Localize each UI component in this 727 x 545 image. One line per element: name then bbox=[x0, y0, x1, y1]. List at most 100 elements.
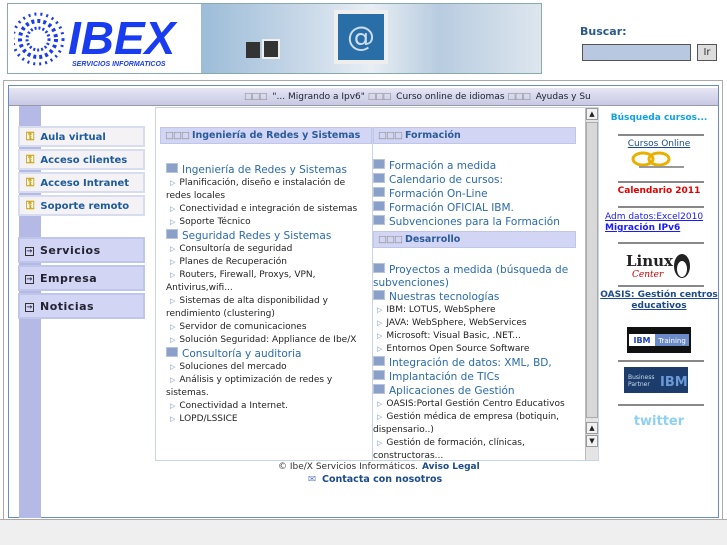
column-ingenieria: □□□ Ingeniería de Redes y Sistemas Ingeni… bbox=[160, 127, 372, 426]
svg-text:IBM: IBM bbox=[633, 336, 650, 345]
search-label: Buscar: bbox=[580, 25, 627, 38]
list-item[interactable]: ▷ Routers, Firewall, Proxys, VPN, Antivir… bbox=[166, 269, 372, 295]
list-item[interactable]: ▷ Conectividad a Internet. bbox=[166, 400, 372, 413]
oasis-link[interactable]: OASIS: Gestión centros educativos bbox=[600, 290, 718, 312]
service-heading[interactable]: Formación On-Line bbox=[373, 187, 576, 201]
service-heading[interactable]: Formación OFICIAL IBM. bbox=[373, 201, 576, 215]
list-item[interactable]: ▷ Servidor de comunicaciones bbox=[166, 321, 372, 334]
list-item[interactable]: ▷ Sistemas de alta disponibilidad y rendi… bbox=[166, 295, 372, 321]
list-item[interactable]: ▷ Solución Seguridad: Appliance de Ibe/X bbox=[166, 334, 372, 347]
key-icon: ⚿ bbox=[26, 199, 35, 212]
service-heading[interactable]: Nuestras tecnologías bbox=[373, 290, 576, 304]
scroll-up-arrow[interactable]: ▲ bbox=[586, 108, 598, 120]
courses-online-link[interactable]: Cursos Online bbox=[600, 139, 718, 149]
svg-text:Training: Training bbox=[657, 337, 686, 345]
list-item[interactable]: ▷ Planes de Recuperación bbox=[166, 256, 372, 269]
news-ticker: □□□ "... Migrando a Ipv6" □□□ Curso onli… bbox=[244, 92, 591, 102]
services-panel[interactable]: □□□ Ingeniería de Redes y Sistemas Ingeni… bbox=[155, 107, 599, 461]
arrow-box-icon: → bbox=[25, 303, 34, 312]
list-item[interactable]: ▷ OASIS:Portal Gestión Centro Educativos bbox=[373, 398, 576, 411]
list-item[interactable]: ▷ Soporte Técnico bbox=[166, 216, 372, 229]
search-courses-link[interactable]: Búsqueda cursos... bbox=[600, 113, 718, 123]
list-item[interactable]: ▷ Gestión médica de empresa (botiquin, di… bbox=[373, 411, 576, 437]
key-icon: ⚿ bbox=[26, 176, 35, 189]
ibm-business-partner-logo[interactable]: Business Partner IBM bbox=[600, 367, 718, 396]
list-item[interactable]: ▷ Planificación, diseño e instalación de … bbox=[166, 177, 372, 203]
search-input[interactable] bbox=[582, 44, 691, 61]
academy-logo[interactable] bbox=[600, 151, 718, 174]
key-icon: ⚿ bbox=[26, 153, 35, 166]
service-heading[interactable]: Subvenciones para la Formación bbox=[373, 215, 576, 229]
nav-noticias[interactable]: → Noticias bbox=[18, 293, 145, 319]
footer-copyright: © Ibe/X Servicios Informáticos. Aviso Leg… bbox=[278, 462, 480, 472]
scroll-down-arrow[interactable]: ▼ bbox=[586, 435, 598, 447]
svg-text:Business: Business bbox=[628, 374, 654, 381]
list-item[interactable]: ▷ JAVA: WebSphere, WebServices bbox=[373, 317, 576, 330]
list-item[interactable]: ▷ Soluciones del mercado bbox=[166, 361, 372, 374]
button-label: Acceso clientes bbox=[40, 155, 128, 166]
service-heading[interactable]: Consultoría y auditoria bbox=[166, 347, 372, 361]
nav-servicios[interactable]: → Servicios bbox=[18, 237, 145, 263]
svg-text:@: @ bbox=[347, 20, 375, 53]
contact-link[interactable]: ✉ Contacta con nosotros bbox=[308, 474, 442, 485]
ticker-item[interactable]: Curso online de idiomas bbox=[396, 92, 504, 102]
scroll-up-arrow[interactable]: ▲ bbox=[586, 422, 598, 434]
svg-text:Center: Center bbox=[632, 270, 664, 280]
nav-label: Empresa bbox=[40, 272, 98, 285]
ticker-item[interactable]: "... Migrando a Ipv6" bbox=[272, 92, 365, 102]
excel-course-link[interactable]: Adm datos:Excel2010 bbox=[605, 212, 723, 222]
list-item[interactable]: ▷ Microsoft: Visual Basic, .NET... bbox=[373, 330, 576, 343]
ibex-logo[interactable]: IBEX SERVICIOS INFORMATICOS bbox=[11, 9, 200, 69]
list-item[interactable]: ▷ IBM: LOTUS, WebSphere bbox=[373, 304, 576, 317]
legal-notice-link[interactable]: Aviso Legal bbox=[422, 462, 480, 472]
section-header: □□□ Desarrollo bbox=[373, 231, 576, 248]
list-item[interactable]: ▷ Conectividad e integración de sistemas bbox=[166, 203, 372, 216]
svg-text:SERVICIOS INFORMATICOS: SERVICIOS INFORMATICOS bbox=[72, 61, 166, 68]
section-header: □□□ Formación bbox=[373, 127, 576, 144]
button-label: Acceso Intranet bbox=[40, 178, 130, 189]
list-item[interactable]: ▷ Análisis y optimización de redes y sist… bbox=[166, 374, 372, 400]
aula-virtual-button[interactable]: ⚿ Aula virtual bbox=[18, 126, 145, 147]
ibm-training-logo[interactable]: IBM Training bbox=[600, 327, 718, 356]
window-bottom-bar bbox=[0, 519, 727, 545]
service-heading[interactable]: Implantación de TICs bbox=[373, 370, 576, 384]
scroll-thumb[interactable] bbox=[586, 122, 598, 418]
service-heading[interactable]: Integración de datos: XML, BD, bbox=[373, 356, 576, 370]
twitter-logo[interactable]: twitter bbox=[600, 414, 718, 429]
list-item[interactable]: ▷ Entornos Open Source Software bbox=[373, 343, 576, 356]
nav-empresa[interactable]: → Empresa bbox=[18, 265, 145, 291]
arrow-box-icon: → bbox=[25, 247, 34, 256]
ticker-item[interactable]: Ayudas y Su bbox=[536, 92, 591, 102]
acceso-intranet-button[interactable]: ⚿ Acceso Intranet bbox=[18, 172, 145, 193]
linux-center-logo[interactable]: Linux Center bbox=[600, 248, 718, 283]
service-heading[interactable]: Ingeniería de Redes y Sistemas bbox=[166, 163, 372, 177]
list-item[interactable]: ▷ LOPD/LSSICE bbox=[166, 413, 372, 426]
arrow-box-icon: → bbox=[25, 275, 34, 284]
list-item[interactable]: ▷ Consultoría de seguridad bbox=[166, 243, 372, 256]
section-header: □□□ Ingeniería de Redes y Sistemas bbox=[160, 127, 372, 144]
acceso-clientes-button[interactable]: ⚿ Acceso clientes bbox=[18, 149, 145, 170]
svg-text:IBEX: IBEX bbox=[68, 12, 178, 64]
calendar-2011-link[interactable]: Calendario 2011 bbox=[600, 186, 718, 196]
service-heading[interactable]: Aplicaciones de Gestión bbox=[373, 384, 576, 398]
service-heading[interactable]: Formación a medida bbox=[373, 159, 576, 173]
list-item[interactable]: ▷ Gestión de formación, clínicas, constru… bbox=[373, 437, 576, 460]
soporte-remoto-button[interactable]: ⚿ Soporte remoto bbox=[18, 195, 145, 216]
service-heading[interactable]: Seguridad Redes y Sistemas bbox=[166, 229, 372, 243]
service-heading[interactable]: Proyectos a medida (búsqueda de subvenci… bbox=[373, 263, 576, 290]
svg-text:Linux: Linux bbox=[626, 252, 674, 270]
content-scrollbar[interactable]: ▲ ▲ ▼ bbox=[585, 108, 598, 460]
nav-label: Servicios bbox=[40, 244, 101, 257]
service-heading[interactable]: Calendario de cursos: bbox=[373, 173, 576, 187]
header: IBEX SERVICIOS INFORMATICOS @ bbox=[7, 3, 542, 74]
search-go-button[interactable]: Ir bbox=[697, 44, 717, 61]
ipv6-course-link[interactable]: Migración IPv6 bbox=[605, 223, 723, 233]
button-label: Soporte remoto bbox=[40, 201, 130, 212]
button-label: Aula virtual bbox=[40, 132, 106, 143]
column-formacion: □□□ Formación Formación a medida Calendar… bbox=[373, 127, 576, 460]
svg-text:Partner: Partner bbox=[628, 381, 650, 388]
contact-icon: ✉ bbox=[308, 474, 316, 485]
nav-label: Noticias bbox=[40, 300, 95, 313]
header-banner-image: @ bbox=[201, 4, 541, 73]
svg-text:IBM: IBM bbox=[660, 375, 688, 390]
